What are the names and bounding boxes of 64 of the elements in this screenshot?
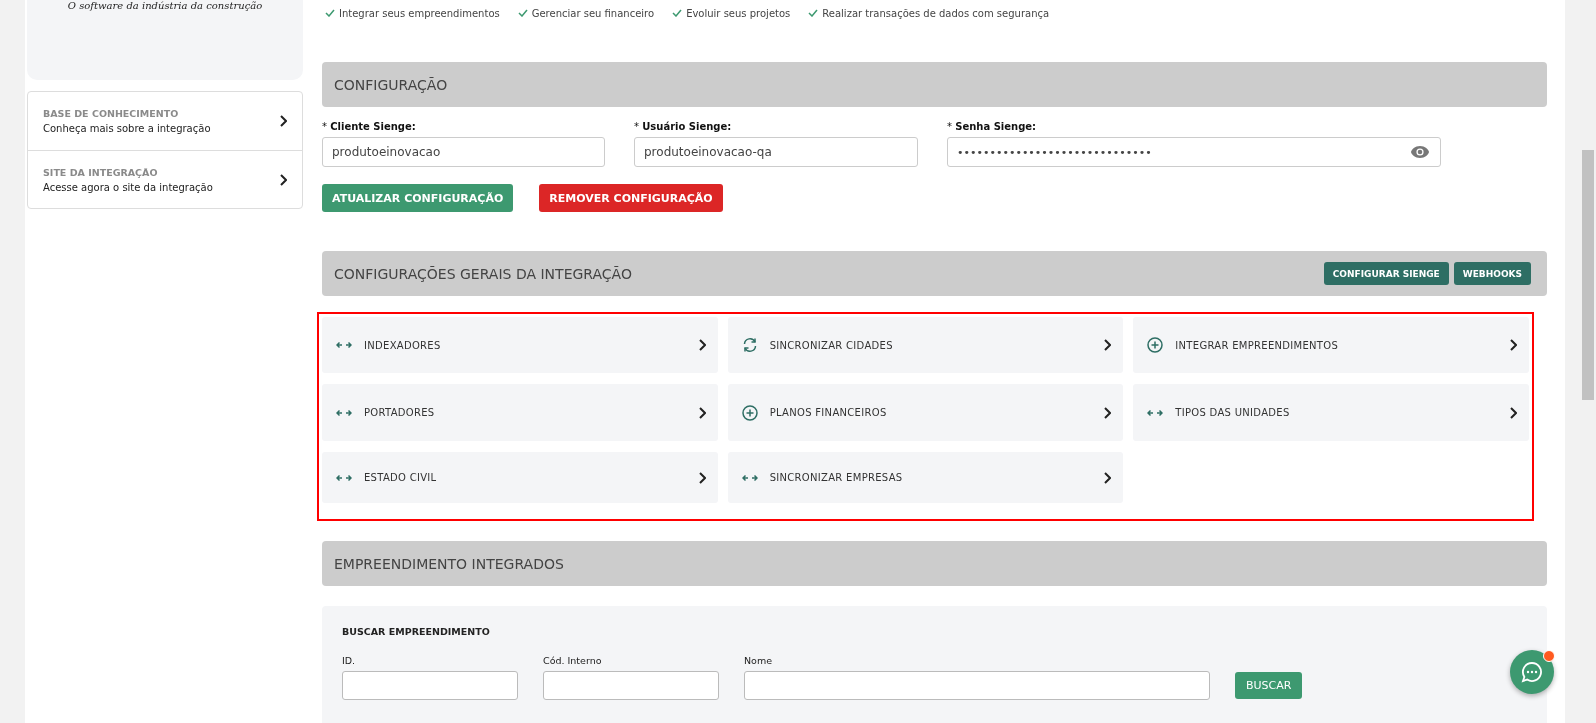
section-title: CONFIGURAÇÕES GERAIS DA INTEGRAÇÃO: [334, 265, 632, 282]
check-icon: [517, 9, 528, 17]
left-right-arrows-icon: [741, 473, 758, 482]
plus-circle-icon: [741, 404, 758, 421]
link-subtitle: Conheça mais sobre a integração: [43, 123, 211, 134]
integration-tile[interactable]: INTEGRAR EMPREENDIMENTOS: [1133, 317, 1529, 373]
input-field[interactable]: [342, 671, 518, 700]
integration-tile[interactable]: INDEXADORES: [322, 317, 718, 373]
chevron-right-icon: [697, 406, 706, 419]
chevron-right-icon: [279, 115, 287, 127]
check-icon: [325, 9, 335, 17]
left-right-arrows-icon: [336, 341, 352, 349]
chat-bubble-icon: [1521, 661, 1543, 683]
check-icon: [672, 9, 683, 17]
update-button[interactable]: ATUALIZAR CONFIGURAÇÃO: [322, 184, 514, 212]
plus-circle-icon: [1147, 337, 1164, 353]
field-label: *Cliente Sienge:: [322, 121, 417, 132]
benefit-text: Gerenciar seu financeiro: [531, 8, 655, 19]
field-label: *Usuário Sienge:: [634, 121, 733, 132]
integration-tile[interactable]: SINCRONIZAR EMPRESAS: [727, 452, 1124, 503]
integration-tile[interactable]: PLANOS FINANCEIROS: [727, 384, 1124, 441]
link-subtitle: Acesse agora o site da integração: [43, 181, 213, 193]
chevron-right-icon: [1509, 406, 1517, 419]
input-field[interactable]: produtoeinovacao: [322, 137, 605, 167]
left-right-arrows-icon: [1147, 408, 1164, 417]
benefit-text: Evoluir seus projetos: [686, 8, 791, 19]
link-title: SITE DA INTEGRAÇÃO: [43, 166, 159, 178]
input-field[interactable]: [744, 671, 1210, 700]
chevron-right-icon: [1509, 339, 1517, 351]
chevron-right-icon: [697, 339, 706, 351]
chevron-right-icon: [1103, 339, 1112, 351]
chevron-right-icon: [279, 173, 287, 186]
sidebar-link[interactable]: SITE DA INTEGRAÇÃO Acesse agora o site da integração: [28, 150, 302, 208]
left-right-arrows-icon: [336, 473, 352, 482]
input-field[interactable]: produtoeinovacao-qa: [634, 137, 918, 167]
tagline: O software da indústria da construção: [67, 0, 263, 11]
chevron-right-icon: [697, 471, 706, 484]
section-title: CONFIGURAÇÃO: [334, 76, 448, 93]
field-label: Nome: [744, 655, 774, 666]
integration-tile[interactable]: PORTADORES: [322, 384, 718, 441]
sync-icon: [741, 337, 758, 353]
input-field[interactable]: [543, 671, 719, 700]
eye-icon[interactable]: [1410, 145, 1430, 159]
integration-tile[interactable]: ESTADO CIVIL: [322, 452, 718, 503]
link-title: BASE DE CONHECIMENTO: [43, 108, 180, 119]
field-label: Cód. Interno: [543, 655, 603, 666]
search-button[interactable]: BUSCAR: [1235, 672, 1303, 699]
field-label: *Senha Sienge:: [947, 121, 1038, 132]
check-icon: [808, 9, 819, 17]
section-title: EMPREENDIMENTO INTEGRADOS: [334, 555, 564, 572]
webhooks-button[interactable]: WEBHOOKS: [1453, 262, 1531, 285]
chevron-right-icon: [1103, 406, 1112, 419]
left-right-arrows-icon: [336, 408, 352, 417]
integration-tile[interactable]: TIPOS DAS UNIDADES: [1133, 384, 1529, 441]
remove-button[interactable]: REMOVER CONFIGURAÇÃO: [539, 184, 723, 212]
panel-title: BUSCAR EMPREENDIMENTO: [342, 626, 491, 637]
benefit-text: Realizar transações de dados com segurança: [822, 8, 1050, 19]
configure-button[interactable]: CONFIGURAR SIENGE: [1323, 262, 1449, 285]
input-field[interactable]: ••••••••••••••••••••••••••••••: [947, 137, 1441, 167]
sidebar-link[interactable]: BASE DE CONHECIMENTO Conheça mais sobre a integração: [28, 92, 302, 150]
field-label: ID.: [342, 655, 357, 666]
benefit-text: Integrar seus empreendimentos: [339, 8, 500, 19]
chevron-right-icon: [1103, 471, 1112, 484]
integration-tile[interactable]: SINCRONIZAR CIDADES: [727, 317, 1124, 373]
